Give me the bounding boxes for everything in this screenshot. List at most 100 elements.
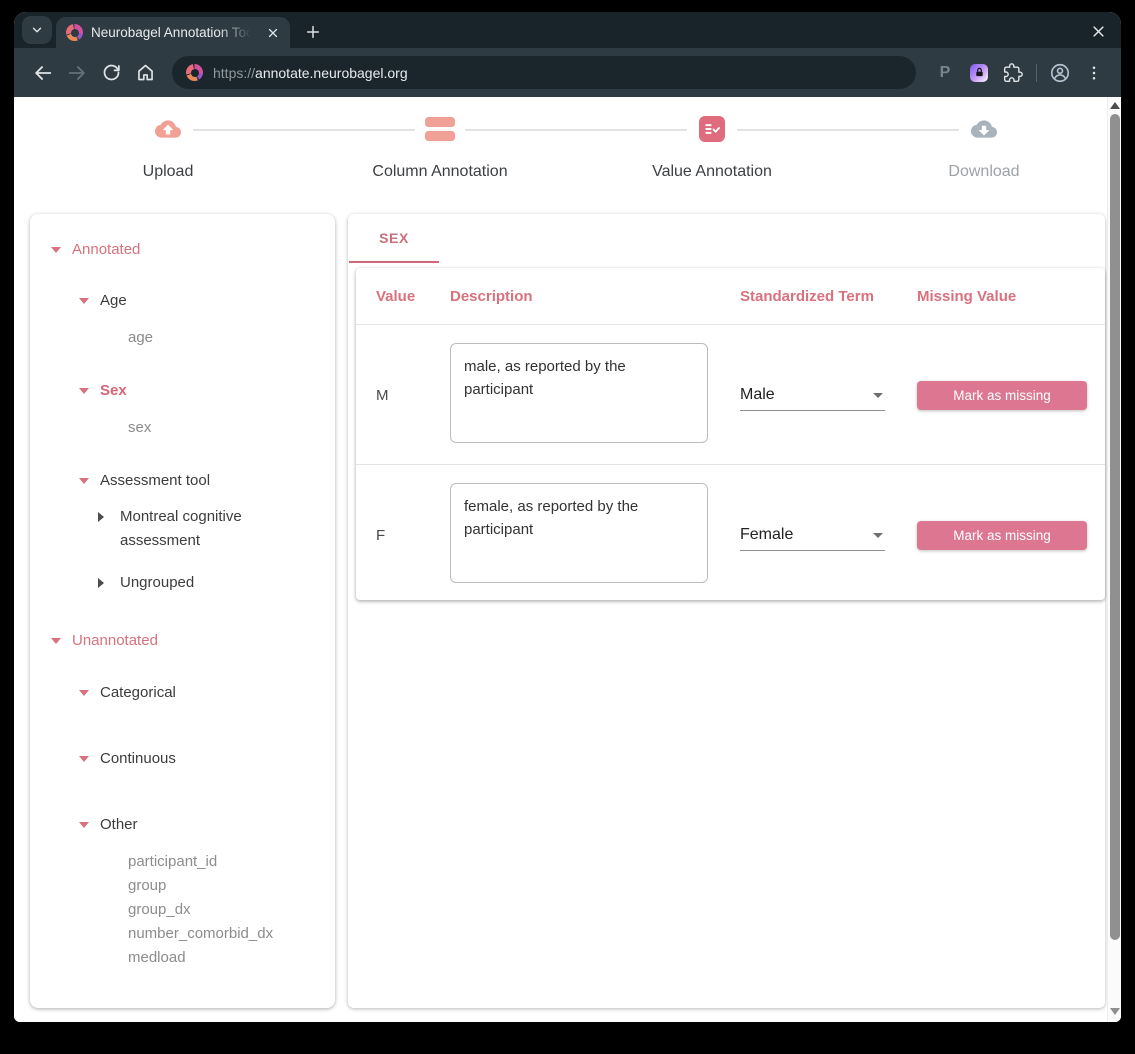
browser-tab[interactable]: Neurobagel Annotation Tool [56,17,290,48]
step-upload[interactable]: Upload [32,113,304,199]
collapse-arrow-icon[interactable] [90,505,112,529]
mark-as-missing-button[interactable]: Mark as missing [917,521,1087,550]
tab-strip: Neurobagel Annotation Tool [14,12,1121,48]
url-host: annotate.neurobagel.org [255,65,408,81]
step-download[interactable]: Download [848,113,1120,199]
step-value-annotation[interactable]: Value Annotation [576,113,848,199]
tree-item-label: Unannotated [72,629,158,653]
tree-item-participant-id[interactable]: participant_id [30,850,335,874]
step-label: Download [948,163,1019,181]
header-missing-value: Missing Value [917,288,1105,305]
tree-item-label: Montreal cognitive assessment [120,505,320,553]
back-button[interactable] [28,58,58,88]
missing-cell: Mark as missing [917,521,1105,550]
password-manager-icon: P [940,64,951,82]
tree-item-sex[interactable]: sex [30,416,335,440]
expand-arrow-icon[interactable] [76,747,92,771]
expand-arrow-icon[interactable] [48,629,64,653]
tree-spacer [90,874,120,898]
standardized-term-select[interactable]: Male [740,381,885,411]
tree-item-other[interactable]: Other [30,813,335,837]
dropdown-caret-icon [873,393,883,398]
description-cell [450,483,740,588]
stepper-connector [465,129,687,131]
url-text: https://annotate.neurobagel.org [213,65,408,81]
value-cell: M [376,387,450,404]
tree-item-label: participant_id [128,850,217,874]
neurobagel-favicon-icon [186,64,203,81]
step-label: Value Annotation [652,163,772,181]
selected-term: Female [740,526,793,544]
column-tree: Annotated Age age Sex sex Assessment too… [30,238,335,970]
tree-item-label: number_comorbid_dx [128,922,273,946]
column-annotation-icon [425,116,455,142]
value-row: M Male Mark as missing [356,325,1105,464]
tab-close-icon[interactable] [266,26,280,40]
expand-arrow-icon[interactable] [76,813,92,837]
table-header: Value Description Standardized Term Miss… [356,268,1105,325]
window-close-button[interactable] [1087,20,1109,42]
tab-sex[interactable]: SEX [349,214,439,262]
description-input[interactable] [450,483,708,583]
tree-item-unannotated[interactable]: Unannotated [30,629,335,653]
extension-pass-button[interactable] [964,58,994,88]
scrollbar-down-arrow-icon[interactable] [1110,1008,1120,1015]
tab-search-button[interactable] [22,16,52,44]
missing-cell: Mark as missing [917,381,1105,410]
close-icon [1091,24,1106,39]
tree-item-group-dx[interactable]: group_dx [30,898,335,922]
expand-arrow-icon[interactable] [76,289,92,313]
tree-spacer [90,416,120,440]
selected-term: Male [740,386,775,404]
tree-item-medload[interactable]: medload [30,946,335,970]
page-scrollbar[interactable] [1107,97,1121,1022]
forward-button[interactable] [62,58,92,88]
tree-item-assessment-tool[interactable]: Assessment tool [30,469,335,493]
tree-spacer [90,850,120,874]
profile-button[interactable] [1045,58,1075,88]
reload-icon [101,62,122,83]
tree-item-label: Sex [100,379,127,403]
header-description: Description [450,288,740,305]
step-label: Column Annotation [372,163,507,181]
stepper-connector [737,129,959,131]
step-column-annotation[interactable]: Column Annotation [304,113,576,199]
back-arrow-icon [32,62,54,84]
tree-item-ungrouped[interactable]: Ungrouped [30,571,335,595]
collapse-arrow-icon[interactable] [90,571,112,595]
term-cell: Female [740,521,917,551]
tree-item-age[interactable]: Age [30,289,335,313]
scrollbar-up-arrow-icon[interactable] [1110,102,1120,109]
tree-item-group[interactable]: group [30,874,335,898]
reload-button[interactable] [96,58,126,88]
tree-item-montreal-cognitive-assessment[interactable]: Montreal cognitive assessment [30,505,335,553]
header-standardized-term: Standardized Term [740,288,917,305]
tree-spacer [90,946,120,970]
tree-item-label: group [128,874,166,898]
expand-arrow-icon[interactable] [76,469,92,493]
mark-as-missing-button[interactable]: Mark as missing [917,381,1087,410]
tree-item-annotated[interactable]: Annotated [30,238,335,262]
profile-icon [1049,62,1071,84]
sidebar-card: Annotated Age age Sex sex Assessment too… [30,214,335,1008]
password-manager-button[interactable]: P [930,58,960,88]
home-button[interactable] [130,58,160,88]
expand-arrow-icon[interactable] [48,238,64,262]
tree-item-categorical[interactable]: Categorical [30,681,335,705]
description-cell [450,343,740,448]
expand-arrow-icon[interactable] [76,379,92,403]
standardized-term-select[interactable]: Female [740,521,885,551]
address-bar[interactable]: https://annotate.neurobagel.org [172,56,916,89]
tree-item-number-comorbid-dx[interactable]: number_comorbid_dx [30,922,335,946]
toolbar-divider [1036,64,1037,82]
expand-arrow-icon[interactable] [76,681,92,705]
description-input[interactable] [450,343,708,443]
extensions-button[interactable] [998,58,1028,88]
tree-item-age[interactable]: age [30,326,335,350]
chevron-down-icon [30,23,44,37]
scrollbar-thumb[interactable] [1110,114,1120,940]
new-tab-button[interactable] [302,21,324,43]
tree-item-continuous[interactable]: Continuous [30,747,335,771]
browser-menu-button[interactable] [1079,58,1109,88]
tree-item-sex[interactable]: Sex [30,379,335,403]
